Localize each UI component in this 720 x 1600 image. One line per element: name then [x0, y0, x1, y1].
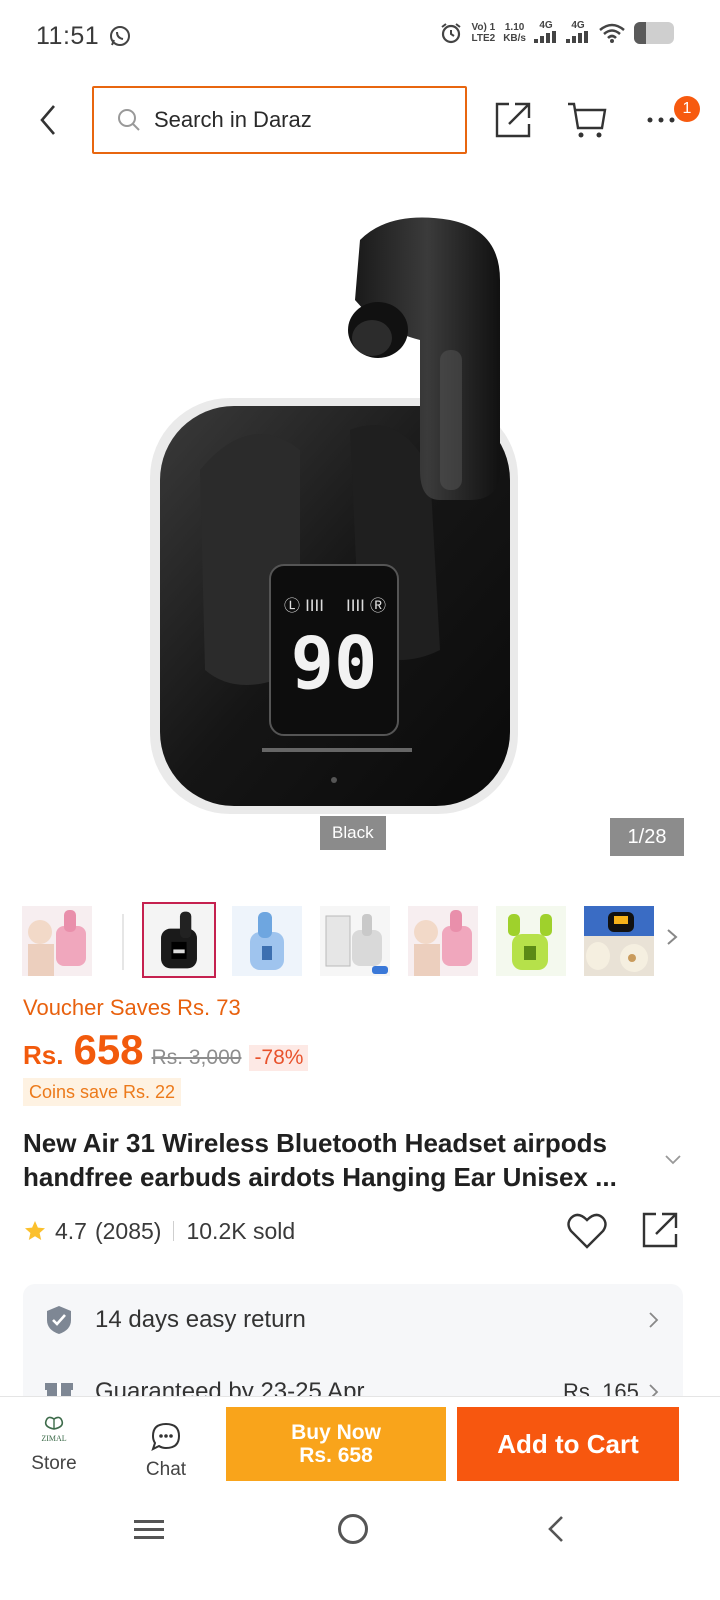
svg-text:IIII Ⓡ: IIII Ⓡ: [346, 596, 386, 615]
notification-badge: 1: [674, 96, 700, 122]
price-row: Rs. 658 Rs. 3,000 -78%: [23, 1026, 309, 1076]
chevron-right-icon[interactable]: [662, 922, 682, 952]
buy-now-label: Buy Now: [291, 1421, 381, 1444]
star-icon: [25, 1221, 45, 1240]
return-policy-text: 14 days easy return: [95, 1306, 306, 1333]
thumbnail-white-box[interactable]: [320, 906, 390, 976]
coins-badge: Coins save Rs. 22: [23, 1078, 182, 1106]
shield-check-icon: [47, 1306, 71, 1334]
variant-label: Black: [320, 816, 386, 850]
price-currency: Rs.: [23, 1040, 64, 1070]
share-icon[interactable]: [640, 1210, 680, 1250]
alarm-icon: [441, 23, 462, 44]
thumbnail-pink-model-2[interactable]: [408, 906, 478, 976]
signal-indicator-1: 4G: [534, 20, 558, 46]
speed-indicator: 1.10 KB/s: [503, 22, 526, 44]
battery-level: [634, 22, 646, 44]
bottom-action-bar: ZIMAL Store Chat Buy Now Rs. 658 Add to …: [0, 1396, 720, 1500]
thumbnail-green[interactable]: [496, 906, 566, 976]
thumbnail-divider: [122, 914, 124, 970]
store-logo: ZIMAL: [41, 1416, 67, 1443]
status-bar: 11:51 Vo) 1 LTE2 1.10 KB/s 4G 4G: [0, 0, 720, 72]
share-icon[interactable]: [493, 100, 533, 140]
buy-now-button[interactable]: Buy Now Rs. 658: [226, 1407, 446, 1481]
chat-icon: [151, 1422, 181, 1451]
chevron-right-icon: [649, 1312, 659, 1328]
home-icon[interactable]: [338, 1514, 368, 1544]
chat-label: Chat: [145, 1459, 187, 1480]
status-time: 11:51: [36, 22, 100, 50]
image-page-indicator: 1/28: [610, 818, 684, 856]
product-image[interactable]: Ⓛ IIII IIII Ⓡ 90: [0, 170, 720, 870]
more-icon: [647, 117, 675, 123]
system-navigation-bar: [0, 1500, 720, 1600]
whatsapp-icon: [110, 26, 130, 46]
signal-bars-icon: [534, 31, 556, 43]
back-button[interactable]: [28, 100, 68, 140]
chat-button[interactable]: Chat: [126, 1421, 206, 1485]
status-indicators: Vo) 1 LTE2 1.10 KB/s 4G 4G: [439, 20, 674, 46]
signal-indicator-2: 4G: [566, 20, 590, 46]
thumbnail-strip: [22, 902, 698, 978]
heart-icon[interactable]: [566, 1211, 608, 1251]
add-to-cart-button[interactable]: Add to Cart: [457, 1407, 679, 1481]
rating-value: 4.7: [55, 1217, 87, 1244]
current-price: 658: [73, 1026, 144, 1073]
menu-icon[interactable]: [134, 1518, 164, 1542]
case-display-text: 90: [291, 621, 378, 705]
thumbnail-lifestyle[interactable]: [584, 906, 654, 976]
service-card: 14 days easy return Guaranteed by 23-25 …: [23, 1284, 683, 1414]
thumbnail-black-selected[interactable]: [142, 902, 216, 978]
rating-divider: [173, 1221, 175, 1241]
battery-icon: [634, 22, 674, 44]
chevron-down-icon[interactable]: [662, 1150, 684, 1170]
store-logo-text: ZIMAL: [41, 1434, 66, 1443]
search-placeholder: Search in Daraz: [154, 107, 312, 132]
svg-text:Ⓛ IIII: Ⓛ IIII: [284, 596, 324, 615]
search-icon: [118, 109, 140, 131]
top-bar: Search in Daraz: [0, 86, 720, 156]
thumbnail-blue[interactable]: [232, 906, 302, 976]
review-count: (2085): [94, 1217, 162, 1244]
rating-row[interactable]: 4.7 (2085) 10.2K sold: [23, 1214, 295, 1248]
discount-badge: -78%: [249, 1045, 309, 1071]
wifi-icon: [599, 23, 625, 43]
search-input[interactable]: Search in Daraz: [92, 86, 467, 154]
cart-icon[interactable]: [566, 100, 608, 140]
thumbnail-pink-model[interactable]: [22, 906, 92, 976]
store-label: Store: [31, 1453, 77, 1474]
original-price: Rs. 3,000: [151, 1046, 242, 1069]
return-policy-row[interactable]: 14 days easy return: [23, 1290, 683, 1350]
signal-bars-icon: [566, 31, 588, 43]
product-title: New Air 31 Wireless Bluetooth Headset ai…: [23, 1128, 617, 1192]
system-back-icon[interactable]: [546, 1514, 566, 1544]
buy-now-price: Rs. 658: [299, 1444, 373, 1467]
back-arrow-icon: [40, 105, 55, 135]
voucher-savings[interactable]: Voucher Saves Rs. 73: [23, 995, 241, 1021]
sold-count: 10.2K sold: [186, 1217, 296, 1244]
network-indicator-1: Vo) 1 LTE2: [471, 22, 496, 44]
store-button[interactable]: ZIMAL Store: [14, 1415, 94, 1485]
